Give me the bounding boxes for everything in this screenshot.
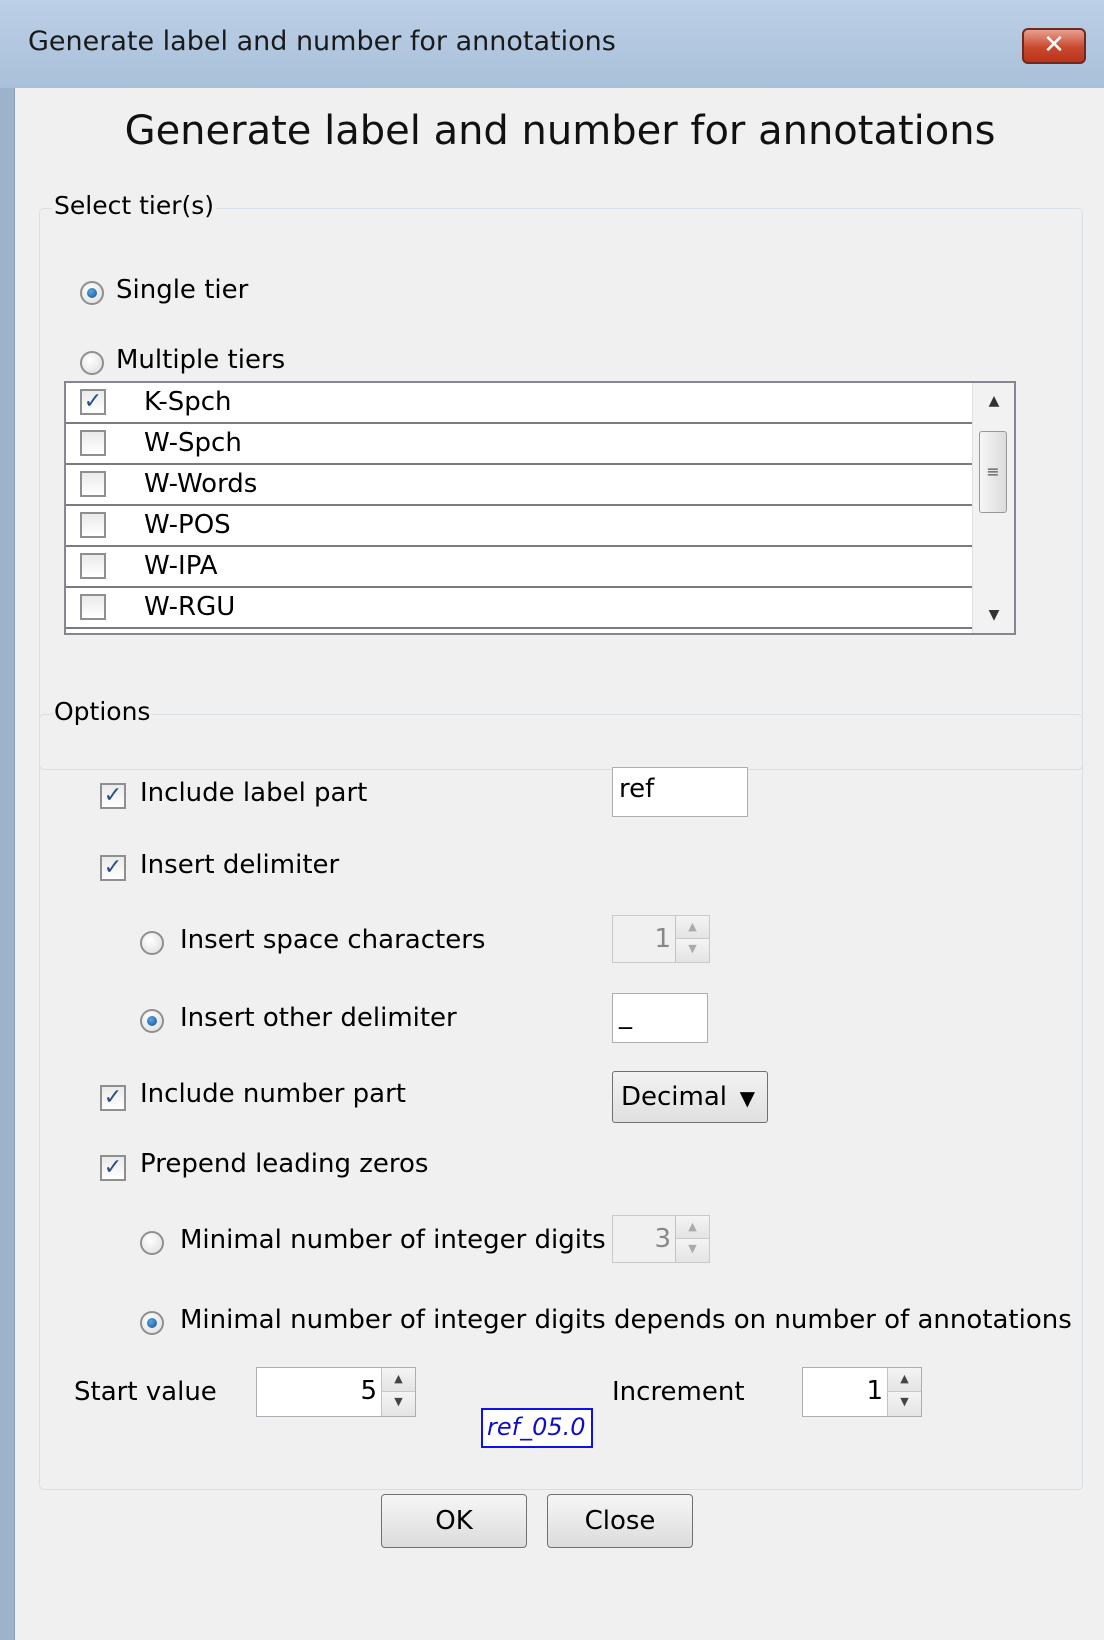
start-value-label: Start value: [74, 1377, 217, 1407]
spinner-up-icon[interactable]: ▲: [676, 916, 709, 939]
ok-button[interactable]: OK: [381, 1494, 527, 1548]
increment-label: Increment: [612, 1377, 745, 1407]
spinner-down-icon[interactable]: ▼: [888, 1392, 921, 1416]
spinner-buttons: ▲ ▼: [675, 916, 709, 962]
select-tiers-group: Select tier(s) Single tier Multiple tier…: [39, 191, 1083, 770]
tier-row[interactable]: W-RGU: [66, 588, 972, 629]
increment-spinner[interactable]: 1 ▲ ▼: [802, 1367, 922, 1417]
tier-checkbox[interactable]: [80, 553, 106, 579]
increment-value: 1: [866, 1376, 883, 1406]
tier-label: W-Spch: [144, 428, 242, 458]
spinner-down-icon[interactable]: ▼: [676, 1239, 709, 1262]
min-digits-value: 3: [654, 1224, 671, 1254]
tier-label: W-IPA: [144, 551, 218, 581]
tier-row[interactable]: W-Words: [66, 465, 972, 506]
tier-row[interactable]: W-Spch: [66, 424, 972, 465]
include-number-checkbox[interactable]: ✓: [100, 1085, 126, 1111]
min-digits-label: Minimal number of integer digits: [180, 1225, 606, 1255]
other-delimiter-label: Insert other delimiter: [180, 1003, 457, 1033]
delimiter-text-field[interactable]: _: [612, 993, 708, 1043]
space-characters-label: Insert space characters: [180, 925, 486, 955]
spinner-down-icon[interactable]: ▼: [676, 939, 709, 962]
tier-label: W-POS: [144, 510, 231, 540]
tier-checkbox[interactable]: [80, 430, 106, 456]
tier-row[interactable]: ✓ K-Spch: [66, 383, 972, 424]
multiple-tiers-label: Multiple tiers: [116, 345, 286, 375]
spinner-up-icon[interactable]: ▲: [676, 1216, 709, 1239]
scroll-thumb[interactable]: ≡: [979, 431, 1007, 513]
tier-list-scrollbar[interactable]: ▲ ≡ ▼: [972, 383, 1014, 633]
options-group: Options ✓ Include label part ref ✓ Inser…: [39, 697, 1083, 1490]
start-value-value: 5: [360, 1376, 377, 1406]
multiple-tiers-radio[interactable]: [80, 351, 104, 375]
space-count-value: 1: [654, 924, 671, 954]
window-title: Generate label and number for annotation…: [28, 26, 616, 57]
leading-zeros-checkbox[interactable]: ✓: [100, 1155, 126, 1181]
spinner-up-icon[interactable]: ▲: [382, 1368, 415, 1392]
tier-row[interactable]: W-POS: [66, 506, 972, 547]
start-value-spinner[interactable]: 5 ▲ ▼: [256, 1367, 416, 1417]
tier-checkbox[interactable]: [80, 471, 106, 497]
preview-label: ref_05.0: [481, 1408, 593, 1448]
close-button[interactable]: Close: [547, 1494, 693, 1548]
include-label-checkbox[interactable]: ✓: [100, 783, 126, 809]
scroll-up-icon[interactable]: ▲: [973, 383, 1014, 419]
close-window-button[interactable]: ✕: [1022, 28, 1086, 64]
dialog-heading: Generate label and number for annotation…: [124, 108, 996, 154]
insert-delimiter-checkbox[interactable]: ✓: [100, 855, 126, 881]
tier-checkbox[interactable]: [80, 512, 106, 538]
options-legend: Options: [52, 697, 153, 726]
select-tiers-legend: Select tier(s): [52, 191, 217, 220]
scroll-down-icon[interactable]: ▼: [973, 597, 1014, 633]
include-label-label: Include label part: [140, 778, 368, 808]
spinner-buttons: ▲ ▼: [381, 1368, 415, 1416]
dialog-client-area: Generate label and number for annotation…: [14, 88, 1104, 1640]
spinner-up-icon[interactable]: ▲: [888, 1368, 921, 1392]
space-count-spinner[interactable]: 1 ▲ ▼: [612, 915, 710, 963]
tier-checkbox[interactable]: ✓: [80, 389, 106, 415]
auto-digits-radio[interactable]: [140, 1311, 164, 1335]
tier-label: K-Spch: [144, 387, 232, 417]
tier-list[interactable]: ✓ K-Spch W-Spch W-Words W-POS W-IPA W-RG…: [64, 381, 1016, 635]
leading-zeros-label: Prepend leading zeros: [140, 1149, 429, 1179]
dialog-window: Generate label and number for annotation…: [0, 0, 1104, 1640]
include-number-label: Include number part: [140, 1079, 406, 1109]
single-tier-label: Single tier: [116, 275, 249, 305]
title-bar[interactable]: Generate label and number for annotation…: [0, 0, 1104, 88]
min-digits-radio[interactable]: [140, 1231, 164, 1255]
auto-digits-label: Minimal number of integer digits depends…: [180, 1305, 1072, 1335]
number-format-value: Decimal: [621, 1082, 728, 1112]
single-tier-radio[interactable]: [80, 281, 104, 305]
chevron-down-icon: ▼: [739, 1086, 755, 1110]
spinner-buttons: ▲ ▼: [887, 1368, 921, 1416]
tier-row[interactable]: W-IPA: [66, 547, 972, 588]
space-characters-radio[interactable]: [140, 931, 164, 955]
spinner-buttons: ▲ ▼: [675, 1216, 709, 1262]
tier-checkbox[interactable]: [80, 594, 106, 620]
tier-label: W-Words: [144, 469, 258, 499]
label-text-field[interactable]: ref: [612, 767, 748, 817]
spinner-down-icon[interactable]: ▼: [382, 1392, 415, 1416]
tier-label: W-RGU: [144, 592, 236, 622]
number-format-select[interactable]: Decimal ▼: [612, 1071, 768, 1123]
min-digits-spinner[interactable]: 3 ▲ ▼: [612, 1215, 710, 1263]
other-delimiter-radio[interactable]: [140, 1009, 164, 1033]
insert-delimiter-label: Insert delimiter: [140, 850, 340, 880]
